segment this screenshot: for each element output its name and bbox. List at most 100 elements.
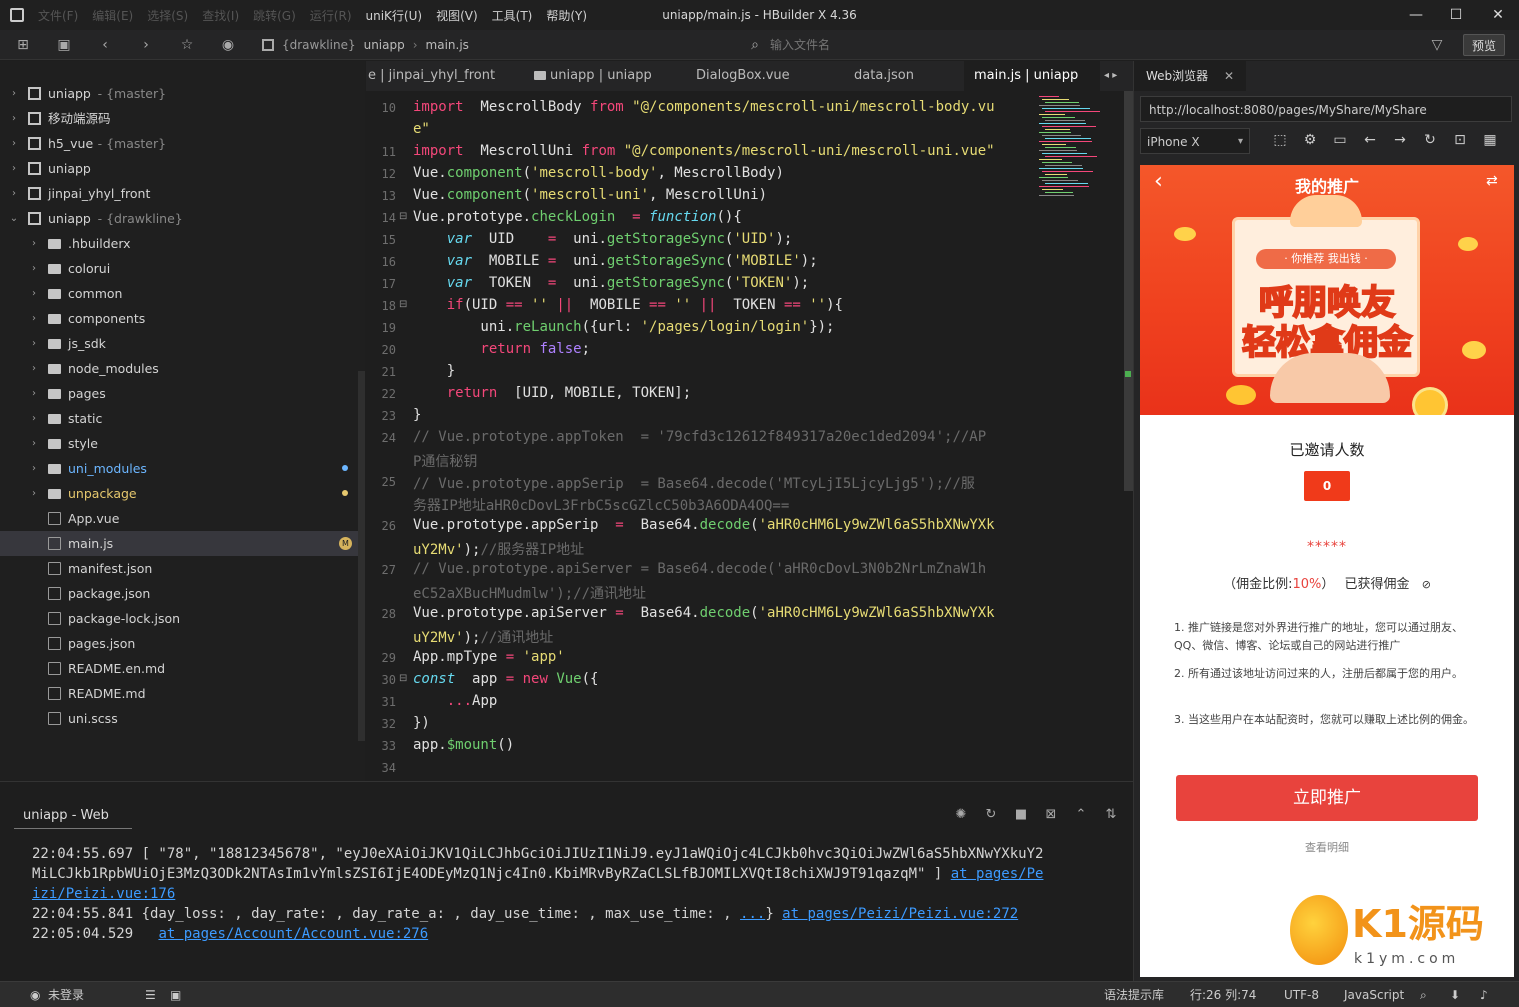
code-editor[interactable]: 10 import MescrollBody from "@/components… — [366, 91, 1133, 781]
console-tab[interactable]: uniapp - Web — [14, 802, 132, 829]
clear-icon[interactable]: ⊠ — [1043, 807, 1059, 823]
source-link[interactable]: ... — [740, 906, 765, 922]
tab-main-js[interactable]: main.js | uniapp — [964, 61, 1100, 91]
back-icon[interactable]: ‹ — [95, 35, 115, 55]
fold-toggle-icon[interactable]: ⊟ — [399, 299, 407, 310]
debug-console-icon[interactable]: ✺ — [953, 807, 969, 823]
chevron-down-icon[interactable]: ⌄ — [8, 206, 20, 231]
chevron-right-icon[interactable]: › — [28, 456, 40, 481]
language-mode[interactable]: JavaScript — [1344, 982, 1404, 1007]
menu-help[interactable]: 帮助(Y) — [546, 7, 587, 24]
sidebar-item[interactable]: › h5_vue - {master} — [0, 131, 358, 156]
syntax-hint[interactable]: 语法提示库 — [1104, 982, 1164, 1007]
forward-arrow-icon[interactable]: → — [1391, 131, 1409, 149]
new-file-icon[interactable]: ⊞ — [13, 35, 33, 55]
browser-tab[interactable]: Web浏览器 ✕ — [1134, 61, 1246, 91]
encoding[interactable]: UTF-8 — [1284, 982, 1319, 1007]
sidebar-scrollbar[interactable] — [358, 371, 365, 741]
refresh-icon[interactable]: ↻ — [1421, 131, 1439, 149]
preview-button[interactable]: 预览 — [1463, 34, 1505, 56]
login-status[interactable]: 未登录 — [48, 982, 84, 1007]
sidebar-item[interactable]: › components — [0, 306, 358, 331]
chevron-right-icon[interactable]: › — [28, 331, 40, 356]
chevron-right-icon[interactable]: › — [8, 156, 20, 181]
minimize-button[interactable]: — — [1396, 0, 1436, 30]
menu-tools[interactable]: 工具(T) — [492, 7, 533, 24]
screenshot-icon[interactable]: ⬚ — [1271, 131, 1289, 149]
sidebar-item[interactable]: App.vue — [0, 506, 358, 531]
chevron-right-icon[interactable]: › — [28, 481, 40, 506]
sidebar-item[interactable]: README.md — [0, 681, 358, 706]
sidebar-item[interactable]: › uniapp — [0, 156, 358, 181]
sidebar-item[interactable]: › jinpai_yhyl_front — [0, 181, 358, 206]
chevron-right-icon[interactable]: › — [28, 356, 40, 381]
filter-icon[interactable]: ▽ — [1427, 35, 1447, 55]
sidebar-item[interactable]: ⌄ uniapp - {drawkline} — [0, 206, 358, 231]
breadcrumb-file[interactable]: main.js — [426, 30, 469, 60]
terminal-icon[interactable]: ▣ — [170, 982, 181, 1007]
chevron-right-icon[interactable]: › — [28, 381, 40, 406]
tab-uniapp[interactable]: uniapp | uniapp — [526, 61, 676, 91]
menu-unik[interactable]: uniK行(U) — [366, 7, 423, 24]
menu-view[interactable]: 视图(V) — [436, 7, 478, 24]
sidebar-item[interactable]: › style — [0, 431, 358, 456]
sidebar-item[interactable]: › node_modules — [0, 356, 358, 381]
close-button[interactable]: ✕ — [1478, 0, 1518, 30]
sidebar-item[interactable]: › static — [0, 406, 358, 431]
menu-goto[interactable]: 跳转(G) — [253, 7, 296, 24]
run-icon[interactable]: ◉ — [218, 35, 238, 55]
chevron-right-icon[interactable]: › — [28, 231, 40, 256]
tab-dialogbox[interactable]: DialogBox.vue — [686, 61, 826, 91]
stop-icon[interactable]: ■ — [1013, 807, 1029, 823]
source-link[interactable]: at pages/Account/Account.vue:276 — [158, 926, 428, 942]
tab-jinpai[interactable]: e | jinpai_yhyl_front — [366, 61, 516, 91]
breadcrumb-project[interactable]: uniapp — [364, 30, 405, 60]
user-icon[interactable]: ◉ — [30, 982, 40, 1007]
sidebar-item[interactable]: › 移动端源码 — [0, 106, 358, 131]
sidebar-item[interactable]: uni.scss — [0, 706, 358, 731]
chevron-right-icon[interactable]: › — [28, 406, 40, 431]
forward-icon[interactable]: › — [136, 35, 156, 55]
chevron-right-icon[interactable]: › — [28, 306, 40, 331]
lock-icon[interactable]: ⊡ — [1451, 131, 1469, 149]
url-input[interactable]: http://localhost:8080/pages/MyShare/MySh… — [1140, 96, 1512, 122]
view-details-link[interactable]: 查看明细 — [1140, 839, 1514, 855]
tab-scroll-arrows[interactable]: ◂ ▸ — [1100, 61, 1133, 91]
star-icon[interactable]: ☆ — [177, 35, 197, 55]
source-link[interactable]: at pages/Peizi/Peizi.vue:272 — [782, 906, 1018, 922]
sidebar-item[interactable]: main.js M — [0, 531, 358, 556]
qr-code-icon[interactable]: ▦ — [1481, 131, 1499, 149]
sidebar-item[interactable]: › unpackage — [0, 481, 358, 506]
eye-off-icon[interactable]: ⊘ — [1422, 578, 1431, 591]
editor-scrollbar[interactable] — [1124, 91, 1133, 491]
tab-data-json[interactable]: data.json — [844, 61, 964, 91]
sidebar-item[interactable]: package-lock.json — [0, 606, 358, 631]
collapse-icon[interactable]: ⌃ — [1073, 807, 1089, 823]
console-icon[interactable]: ▭ — [1331, 131, 1349, 149]
sort-icon[interactable]: ⇅ — [1103, 807, 1119, 823]
device-select[interactable]: iPhone X ▾ — [1140, 128, 1250, 154]
chevron-right-icon[interactable]: › — [28, 281, 40, 306]
chevron-right-icon[interactable]: › — [8, 131, 20, 156]
save-icon[interactable]: ▣ — [54, 35, 74, 55]
breadcrumb-branch[interactable]: {drawkline} — [282, 30, 356, 60]
menu-find[interactable]: 查找(I) — [202, 7, 239, 24]
menu-run[interactable]: 运行(R) — [310, 7, 352, 24]
fold-toggle-icon[interactable]: ⊟ — [399, 673, 407, 684]
menu-select[interactable]: 选择(S) — [147, 7, 188, 24]
source-link[interactable]: izi/Peizi.vue:176 — [32, 886, 175, 902]
back-arrow-icon[interactable]: ← — [1361, 131, 1379, 149]
chevron-right-icon[interactable]: › — [8, 181, 20, 206]
search-icon[interactable]: ⌕ — [1420, 982, 1427, 1007]
maximize-button[interactable]: ☐ — [1436, 0, 1476, 30]
sidebar-item[interactable]: › uniapp - {master} — [0, 81, 358, 106]
chevron-right-icon[interactable]: › — [8, 81, 20, 106]
close-tab-icon[interactable]: ✕ — [1224, 69, 1234, 83]
sidebar-item[interactable]: › pages — [0, 381, 358, 406]
sidebar-item[interactable]: pages.json — [0, 631, 358, 656]
share-icon[interactable]: ⇄ — [1486, 173, 1498, 189]
sidebar-item[interactable]: package.json — [0, 581, 358, 606]
promote-button[interactable]: 立即推广 — [1176, 775, 1478, 821]
file-name-input[interactable] — [770, 34, 1070, 56]
sidebar-item[interactable]: › common — [0, 281, 358, 306]
